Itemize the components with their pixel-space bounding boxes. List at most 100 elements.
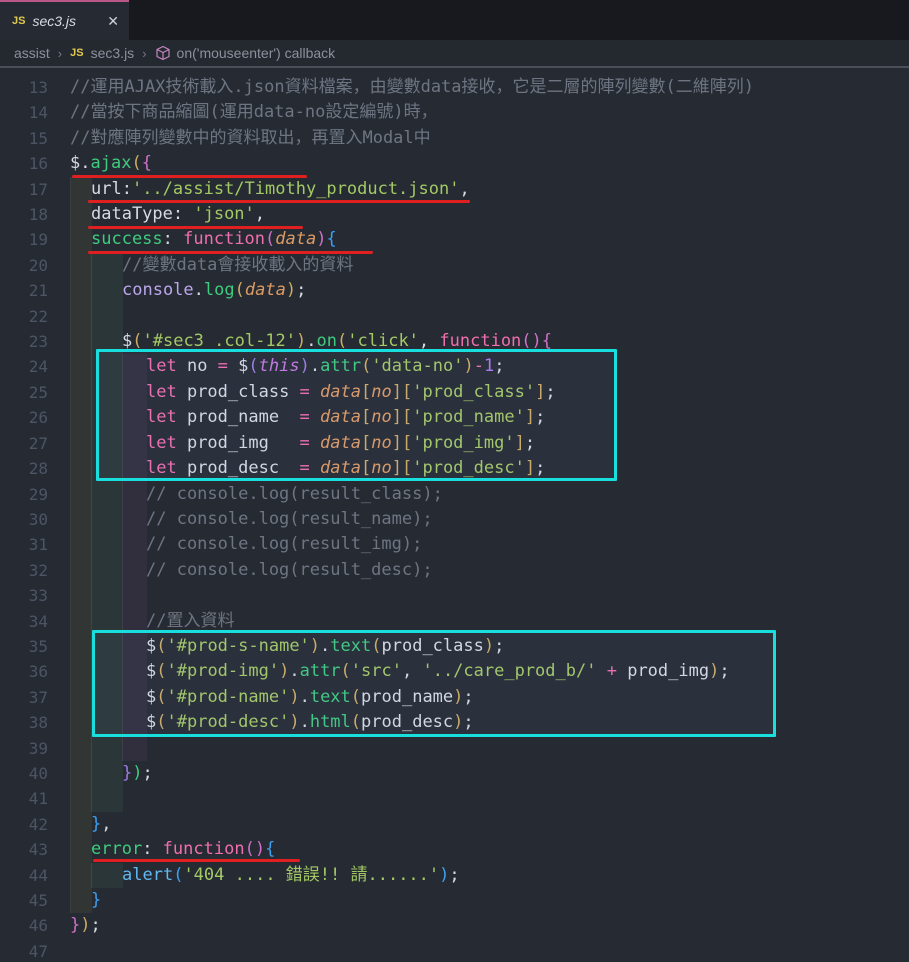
code-token: ;	[91, 915, 101, 935]
code-token: :	[142, 839, 162, 859]
code-token: )	[255, 839, 265, 859]
code-token: console	[122, 280, 194, 300]
code-line-13[interactable]: 13 //運用AJAX技術載入.json資料檔案，由變數data接收，它是二層的陣…	[0, 75, 909, 100]
line-number: 18	[0, 202, 48, 227]
line-number: 27	[0, 431, 48, 456]
code-token: function	[183, 229, 265, 249]
line-number: 29	[0, 482, 48, 507]
line-number: 43	[0, 837, 48, 862]
red-underline-error	[93, 859, 300, 862]
breadcrumb-symbol-label: on('mouseenter') callback	[177, 45, 336, 61]
code-token: )	[80, 915, 90, 935]
js-file-icon: JS	[12, 15, 25, 27]
line-number: 16	[0, 151, 48, 176]
red-underline-url	[88, 200, 470, 203]
code-text: alert('404 .... 錯誤!! 請......');	[70, 863, 460, 888]
code-line-22[interactable]: 22	[0, 304, 909, 329]
code-line-19[interactable]: 19 success: function(data){	[0, 227, 909, 252]
code-token: ;	[143, 763, 153, 783]
breadcrumb-separator: ›	[58, 46, 62, 61]
code-line-42[interactable]: 42},	[0, 812, 909, 837]
code-line-46[interactable]: 46});	[0, 913, 909, 938]
code-token: ,	[255, 204, 265, 224]
line-number: 13	[0, 75, 48, 100]
code-line-29[interactable]: 29 // console.log(result_class);	[0, 482, 909, 507]
code-line-47[interactable]: 47	[0, 939, 909, 962]
code-line-41[interactable]: 41	[0, 786, 909, 811]
code-line-16[interactable]: 16 $.ajax({	[0, 151, 909, 176]
code-line-21[interactable]: 21console.log(data);	[0, 278, 909, 303]
code-line-17[interactable]: 17url:'../assist/Timothy_product.json',	[0, 177, 909, 202]
indent-guide	[91, 786, 123, 811]
code-line-33[interactable]: 33	[0, 583, 909, 608]
code-token: '../assist/Timothy_product.json'	[132, 179, 460, 199]
code-text: //當按下商品縮圖(運用data-no設定編號)時，	[70, 100, 438, 125]
code-token: }	[70, 915, 80, 935]
code-token: success	[91, 229, 163, 249]
line-number: 23	[0, 329, 48, 354]
code-token: //變數data會接收載入的資料	[122, 255, 353, 275]
breadcrumb-file-label: sec3.js	[91, 45, 135, 61]
code-text: $.ajax({	[70, 151, 152, 176]
code-line-45[interactable]: 45}	[0, 888, 909, 913]
code-token: :	[163, 229, 183, 249]
code-line-40[interactable]: 40});	[0, 761, 909, 786]
code-editor[interactable]: 13 //運用AJAX技術載入.json資料檔案，由變數data接收，它是二層的陣…	[0, 70, 909, 962]
line-number: 46	[0, 913, 48, 938]
code-token: (	[265, 229, 275, 249]
line-number: 39	[0, 736, 48, 761]
code-token: (	[235, 280, 245, 300]
line-number: 25	[0, 380, 48, 405]
code-line-30[interactable]: 30// console.log(result_name);	[0, 507, 909, 532]
symbol-cube-icon	[155, 45, 171, 61]
tab-close-icon[interactable]: ✕	[107, 13, 119, 30]
code-token: )	[132, 763, 142, 783]
js-file-icon: JS	[70, 47, 83, 59]
code-token: function	[163, 839, 245, 859]
code-line-44[interactable]: 44alert('404 .... 錯誤!! 請......');	[0, 863, 909, 888]
code-token: .	[194, 280, 204, 300]
code-token: 'json'	[193, 204, 254, 224]
code-line-32[interactable]: 32// console.log(result_desc);	[0, 558, 909, 583]
code-line-31[interactable]: 31// console.log(result_img);	[0, 532, 909, 557]
line-number: 32	[0, 558, 48, 583]
code-token: }	[91, 814, 101, 834]
line-number: 40	[0, 761, 48, 786]
breadcrumb-item-assist[interactable]: assist	[14, 45, 50, 61]
code-token: //運用AJAX技術載入.json資料檔案，由變數data接收，它是二層的陣列變…	[70, 77, 754, 97]
code-text: // console.log(result_img);	[70, 532, 422, 557]
breadcrumb-item-symbol[interactable]: on('mouseenter') callback	[155, 45, 336, 61]
code-token: data	[245, 280, 286, 300]
code-line-15[interactable]: 15//對應陣列變數中的資料取出，再置入Modal中	[0, 126, 909, 151]
code-token: '404 .... 錯誤!! 請......'	[183, 865, 439, 885]
red-underline-success	[88, 251, 373, 254]
code-text: // console.log(result_class);	[70, 482, 443, 507]
tab-sec3js[interactable]: JS sec3.js ✕	[0, 0, 129, 40]
code-line-18[interactable]: 18dataType: 'json',	[0, 202, 909, 227]
code-token: //置入資料	[146, 611, 234, 631]
line-number: 45	[0, 888, 48, 913]
line-number: 19	[0, 227, 48, 252]
code-token: ,	[101, 814, 111, 834]
line-number: 22	[0, 304, 48, 329]
breadcrumb-item-file[interactable]: JS sec3.js	[70, 45, 134, 61]
code-token: log	[204, 280, 235, 300]
code-token: }	[122, 763, 132, 783]
indent-guide	[70, 583, 92, 608]
line-number: 21	[0, 278, 48, 303]
line-number: 15	[0, 126, 48, 151]
indent-guide	[122, 736, 147, 761]
line-number: 47	[0, 939, 48, 962]
line-number: 38	[0, 710, 48, 735]
code-line-39[interactable]: 39	[0, 736, 909, 761]
code-text: });	[70, 913, 101, 938]
line-number: 24	[0, 354, 48, 379]
code-line-14[interactable]: 14//當按下商品縮圖(運用data-no設定編號)時，	[0, 100, 909, 125]
code-line-20[interactable]: 20//變數data會接收載入的資料	[0, 253, 909, 278]
code-text: success: function(data){	[70, 227, 337, 252]
code-token: // console.log(result_img);	[146, 534, 422, 554]
indent-guide	[70, 304, 92, 329]
line-number: 41	[0, 786, 48, 811]
red-underline-ajax	[72, 175, 307, 178]
vscode-window: JS sec3.js ✕ assist › JS sec3.js › on('m…	[0, 0, 909, 962]
